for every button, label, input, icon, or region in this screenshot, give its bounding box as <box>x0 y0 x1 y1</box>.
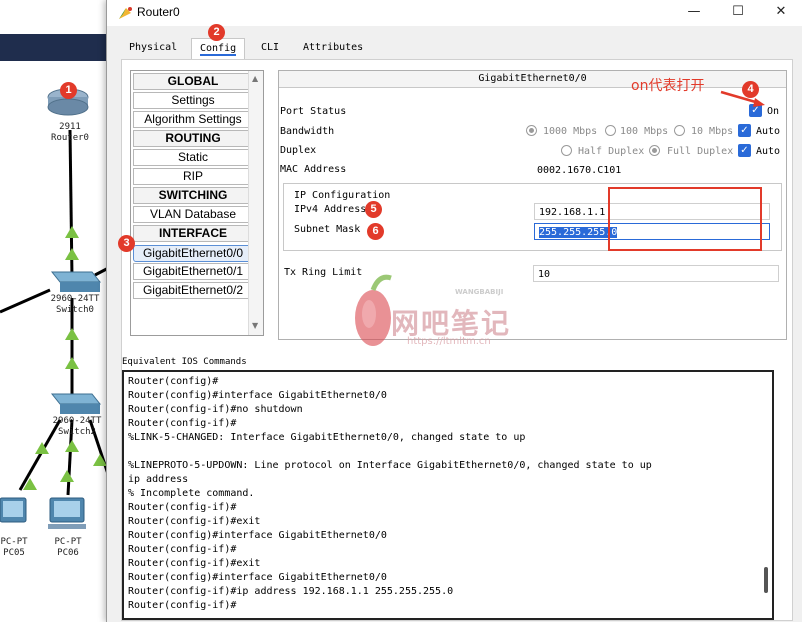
bandwidth-1000-label: 1000 Mbps <box>543 126 598 137</box>
ios-commands-label: Equivalent IOS Commands <box>122 357 247 367</box>
annotation-highlight-box <box>608 187 762 251</box>
console-line: Router(config-if)#exit <box>128 516 261 527</box>
tab-physical-label: Physical <box>129 42 178 53</box>
pc06-name-label: PC06 <box>57 548 79 558</box>
pc06-model-label: PC-PT <box>54 537 82 547</box>
tx-ring-limit-field[interactable]: 10 <box>533 265 779 282</box>
ipv4-address-value: 192.168.1.1 <box>539 207 606 218</box>
console-line: Router(config-if)# <box>128 600 237 611</box>
bandwidth-100-radio[interactable] <box>605 125 616 136</box>
nav-scrollbar[interactable]: ▲ ▼ <box>248 71 263 335</box>
half-duplex-radio[interactable] <box>561 145 572 156</box>
nav-item-gigabitethernet0-0[interactable]: GigabitEthernet0/0 <box>133 245 253 262</box>
switch2-name-label: Switch2 <box>58 427 96 437</box>
tab-attributes[interactable]: Attributes <box>295 38 372 59</box>
tab-config[interactable]: Config <box>191 38 246 60</box>
nav-header-interface: INTERFACE <box>133 225 253 242</box>
bandwidth-auto-checkbox[interactable]: ✓ <box>738 124 751 137</box>
switch0-model-label: 2960-24TT <box>50 294 100 304</box>
annotation-badge-6: 6 <box>367 223 384 240</box>
console-line: Router(config-if)#exit <box>128 558 261 569</box>
window-title: Router0 <box>137 5 180 19</box>
interface-panel-title: GigabitEthernet0/0 <box>279 71 786 88</box>
watermark-brand-en: WANGBABIJI <box>455 288 504 296</box>
console-line: Router(config-if)# <box>128 502 237 513</box>
nav-item-gigabitethernet0-1[interactable]: GigabitEthernet0/1 <box>133 263 253 280</box>
switch0-name-label: Switch0 <box>56 305 94 315</box>
router0-window: Router0 — ☐ ✕ Physical Config CLI Attrib… <box>106 0 802 622</box>
window-titlebar[interactable]: Router0 — ☐ ✕ <box>107 0 802 26</box>
watermark-logo: WANGBABIJI 网吧笔记 https://ltmltm.cn <box>345 262 545 362</box>
full-duplex-label: Full Duplex <box>667 146 734 157</box>
watermark-url: https://ltmltm.cn <box>407 336 491 347</box>
maximize-icon[interactable]: ☐ <box>720 0 756 24</box>
annotation-badge-2: 2 <box>208 24 225 41</box>
console-line: ip address <box>128 474 189 485</box>
nav-item-algorithm-settings[interactable]: Algorithm Settings <box>133 111 253 128</box>
port-status-label: Port Status <box>280 106 347 117</box>
console-line: Router(config)# <box>128 376 219 387</box>
ip-configuration-label: IP Configuration <box>294 190 391 201</box>
topology-workspace[interactable]: 2911 Router0 2960-24TT Switch0 2960-24TT… <box>0 0 120 622</box>
console-line: %LINEPROTO-5-UPDOWN: Line protocol on In… <box>128 460 652 471</box>
annotation-badge-4: 4 <box>742 81 759 98</box>
tab-cli-label: CLI <box>261 42 280 53</box>
tab-physical[interactable]: Physical <box>121 38 186 59</box>
full-duplex-radio[interactable] <box>649 145 660 156</box>
mac-address-label: MAC Address <box>280 164 347 175</box>
console-line: Router(config)#interface GigabitEthernet… <box>128 530 387 541</box>
console-line: %LINK-5-CHANGED: Interface GigabitEthern… <box>128 432 526 443</box>
ios-command-console[interactable]: Router(config)# Router(config)#interface … <box>122 370 774 620</box>
nav-item-vlan-database[interactable]: VLAN Database <box>133 206 253 223</box>
nav-item-rip[interactable]: RIP <box>133 168 253 185</box>
nav-item-gigabitethernet0-2[interactable]: GigabitEthernet0/2 <box>133 282 253 299</box>
console-line: Router(config-if)# <box>128 544 237 555</box>
console-line: Router(config-if)#ip address 192.168.1.1… <box>128 586 454 597</box>
nav-item-settings[interactable]: Settings <box>133 92 253 109</box>
nav-header-global: GLOBAL <box>133 73 253 90</box>
bandwidth-1000-radio[interactable] <box>526 125 537 136</box>
bandwidth-10-radio[interactable] <box>674 125 685 136</box>
annotation-badge-3: 3 <box>118 235 135 252</box>
tab-config-label: Config <box>200 43 237 56</box>
scroll-up-icon[interactable]: ▲ <box>252 74 258 83</box>
mac-address-value: 0002.1670.C101 <box>537 165 622 176</box>
annotation-note: on代表打开 <box>631 78 705 94</box>
annotation-badge-1: 1 <box>60 82 77 99</box>
nav-header-switching: SWITCHING <box>133 187 253 204</box>
subnet-mask-value: 255.255.255.0 <box>539 227 618 238</box>
subnet-mask-label: Subnet Mask <box>294 224 361 235</box>
router-name-label: Router0 <box>51 133 89 143</box>
console-line: Router(config-if)# <box>128 418 237 429</box>
half-duplex-label: Half Duplex <box>578 146 645 157</box>
console-line: % Incomplete command. <box>128 488 255 499</box>
router-model-label: 2911 <box>59 122 81 132</box>
switch2-model-label: 2960-24TT <box>52 416 102 426</box>
console-line: Router(config-if)#no shutdown <box>128 404 303 415</box>
bandwidth-10-label: 10 Mbps <box>691 126 734 137</box>
console-line: Router(config)#interface GigabitEthernet… <box>128 572 387 583</box>
console-scrollbar[interactable] <box>764 567 768 593</box>
duplex-label: Duplex <box>280 145 317 156</box>
bandwidth-auto-label: Auto <box>756 126 781 137</box>
console-line: Router(config)#interface GigabitEthernet… <box>128 390 387 401</box>
nav-item-static[interactable]: Static <box>133 149 253 166</box>
minimize-icon[interactable]: — <box>676 0 712 24</box>
annotation-badge-5: 5 <box>365 201 382 218</box>
bandwidth-100-label: 100 Mbps <box>620 126 669 137</box>
ipv4-address-label: IPv4 Address <box>294 204 367 215</box>
packet-tracer-icon <box>119 7 132 19</box>
bandwidth-label: Bandwidth <box>280 126 335 137</box>
duplex-auto-checkbox[interactable]: ✓ <box>738 144 751 157</box>
tab-attributes-label: Attributes <box>303 42 364 53</box>
nav-header-routing: ROUTING <box>133 130 253 147</box>
console-lines: Router(config)# Router(config)#interface … <box>128 375 652 613</box>
tab-cli[interactable]: CLI <box>253 38 288 59</box>
close-icon[interactable]: ✕ <box>763 0 799 24</box>
scroll-down-icon[interactable]: ▼ <box>252 321 258 330</box>
config-nav-panel: GLOBAL Settings Algorithm Settings ROUTI… <box>130 70 264 336</box>
duplex-auto-label: Auto <box>756 146 781 157</box>
